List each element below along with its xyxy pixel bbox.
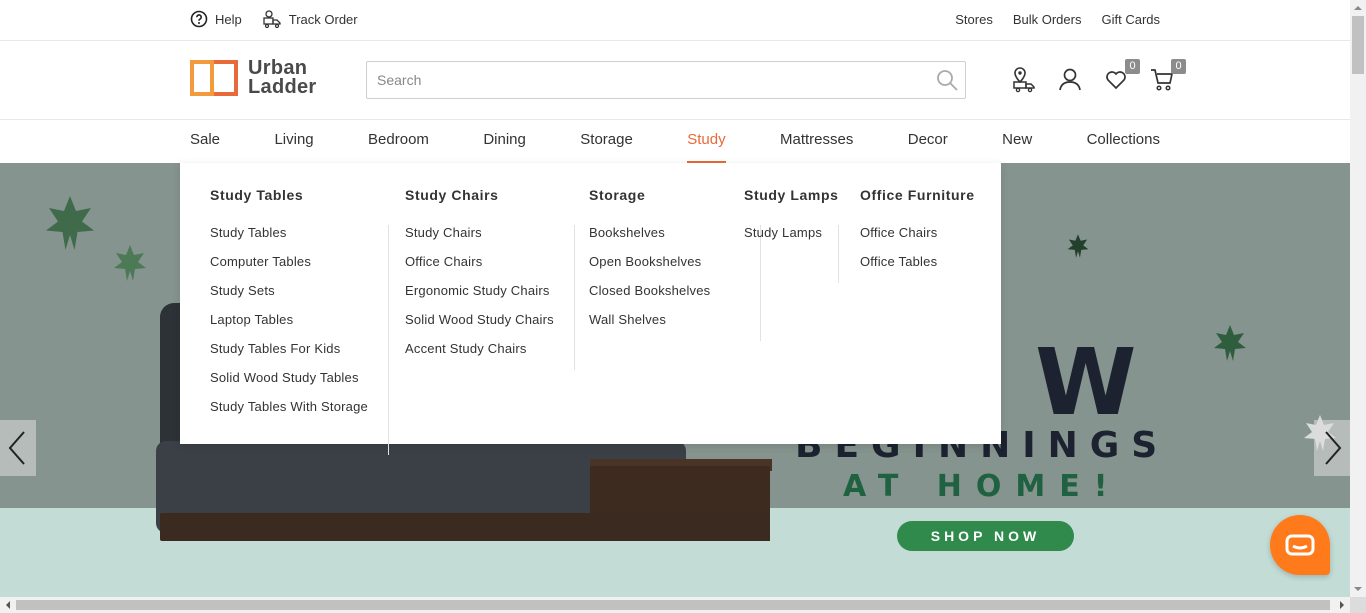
leaf-icon	[46, 196, 94, 250]
scroll-left-arrow-icon[interactable]	[0, 597, 16, 613]
location-truck-icon	[1013, 67, 1035, 93]
brand-name: Urban Ladder	[248, 58, 317, 98]
cart-count-badge: 0	[1171, 59, 1186, 74]
menu-link[interactable]: Computer Tables	[210, 254, 368, 283]
horizontal-scrollbar[interactable]	[0, 597, 1350, 613]
leaf-icon	[1214, 325, 1246, 361]
nav-item-decor[interactable]: Decor	[908, 120, 948, 163]
help-link[interactable]: Help	[190, 10, 242, 28]
nav-item-sale[interactable]: Sale	[190, 120, 220, 163]
scroll-right-arrow-icon[interactable]	[1334, 597, 1350, 613]
account-button[interactable]	[1056, 65, 1084, 93]
wishlist-count-badge: 0	[1125, 59, 1140, 74]
search-icon[interactable]	[935, 68, 959, 92]
help-label: Help	[215, 11, 242, 27]
scroll-up-arrow-icon[interactable]	[1350, 0, 1366, 16]
chat-icon	[1285, 534, 1315, 556]
carousel-prev-button[interactable]	[0, 420, 36, 476]
carousel-next-button[interactable]	[1314, 420, 1350, 476]
brand-logo[interactable]: Urban Ladder	[190, 58, 317, 98]
menu-column-title[interactable]: Office Furniture	[860, 187, 975, 207]
nav-item-storage[interactable]: Storage	[580, 120, 633, 163]
menu-link[interactable]: Laptop Tables	[210, 312, 368, 341]
menu-link[interactable]: Solid Wood Study Chairs	[405, 312, 554, 341]
menu-link[interactable]: Study Sets	[210, 283, 368, 312]
menu-link[interactable]: Office Tables	[860, 254, 955, 283]
nav-item-study[interactable]: Study	[687, 120, 726, 163]
hero-headline: W	[1035, 329, 1137, 436]
track-order-link[interactable]: Track Order	[262, 9, 358, 29]
menu-column-study-chairs: Study Chairs Study Chairs Office Chairs …	[405, 163, 575, 370]
menu-link[interactable]: Wall Shelves	[589, 312, 710, 341]
chat-widget-button[interactable]	[1270, 515, 1330, 575]
menu-link[interactable]: Study Tables	[210, 225, 368, 254]
menu-link[interactable]: Study Tables With Storage	[210, 399, 368, 428]
menu-column-title[interactable]: Study Lamps	[744, 187, 839, 207]
scroll-down-arrow-icon[interactable]	[1350, 581, 1366, 597]
menu-link[interactable]: Closed Bookshelves	[589, 283, 710, 312]
user-icon	[1059, 68, 1081, 91]
scrollbar-corner	[1350, 597, 1366, 613]
menu-link[interactable]: Open Bookshelves	[589, 254, 710, 283]
nav-item-mattresses[interactable]: Mattresses	[780, 120, 853, 163]
menu-link[interactable]: Study Lamps	[744, 225, 824, 254]
menu-column-office-furniture: Office Furniture Office Chairs Office Ta…	[860, 163, 975, 283]
hero-line2: AT HOME!	[843, 469, 1122, 504]
logo-mark-icon	[190, 60, 238, 96]
study-mega-menu: Study Tables Study Tables Computer Table…	[180, 163, 1001, 455]
search-input[interactable]	[367, 62, 907, 98]
menu-link[interactable]: Office Chairs	[405, 254, 554, 283]
nav-item-new[interactable]: New	[1002, 120, 1032, 163]
search-box	[366, 61, 966, 99]
nav-item-living[interactable]: Living	[274, 120, 313, 163]
menu-column-title[interactable]: Study Chairs	[405, 187, 575, 207]
sofa-base	[160, 513, 770, 541]
store-locator-button[interactable]	[1010, 65, 1038, 93]
cart-button[interactable]: 0	[1148, 59, 1186, 93]
delivery-truck-icon	[263, 10, 281, 29]
chevron-right-icon	[1325, 431, 1342, 465]
top-utility-bar: Help Track Order Stores Bulk Orders Gift…	[0, 0, 1350, 41]
menu-link[interactable]: Ergonomic Study Chairs	[405, 283, 554, 312]
menu-column-study-lamps: Study Lamps Study Lamps	[744, 163, 839, 283]
shop-now-button[interactable]: SHOP NOW	[897, 521, 1074, 551]
leaf-icon	[1067, 234, 1089, 258]
nav-item-dining[interactable]: Dining	[483, 120, 526, 163]
chevron-left-icon	[8, 431, 25, 465]
menu-link[interactable]: Accent Study Chairs	[405, 341, 554, 370]
horizontal-scroll-thumb[interactable]	[16, 600, 1330, 610]
menu-link[interactable]: Study Chairs	[405, 225, 554, 254]
stores-link[interactable]: Stores	[955, 12, 993, 27]
nav-item-bedroom[interactable]: Bedroom	[368, 120, 429, 163]
menu-link[interactable]: Office Chairs	[860, 225, 955, 254]
leaf-icon	[114, 245, 146, 281]
nav-item-collections[interactable]: Collections	[1087, 120, 1160, 163]
menu-link[interactable]: Solid Wood Study Tables	[210, 370, 368, 399]
bulk-orders-link[interactable]: Bulk Orders	[1013, 12, 1082, 27]
brand-name-line2: Ladder	[248, 76, 317, 98]
vertical-scrollbar[interactable]	[1350, 0, 1366, 597]
menu-column-title[interactable]: Study Tables	[210, 187, 389, 207]
wishlist-button[interactable]: 0	[1102, 59, 1140, 93]
help-icon	[190, 10, 208, 28]
vertical-scroll-thumb[interactable]	[1352, 16, 1364, 74]
category-nav: Sale Living Bedroom Dining Storage Study…	[0, 120, 1350, 163]
menu-column-title[interactable]: Storage	[589, 187, 761, 207]
menu-link[interactable]: Study Tables For Kids	[210, 341, 368, 370]
gift-cards-link[interactable]: Gift Cards	[1101, 12, 1160, 27]
main-header: Urban Ladder 0 0	[0, 41, 1350, 120]
menu-column-storage: Storage Bookshelves Open Bookshelves Clo…	[589, 163, 762, 341]
track-order-label: Track Order	[288, 11, 358, 27]
menu-link[interactable]: Bookshelves	[589, 225, 710, 254]
menu-column-study-tables: Study Tables Study Tables Computer Table…	[210, 163, 389, 455]
